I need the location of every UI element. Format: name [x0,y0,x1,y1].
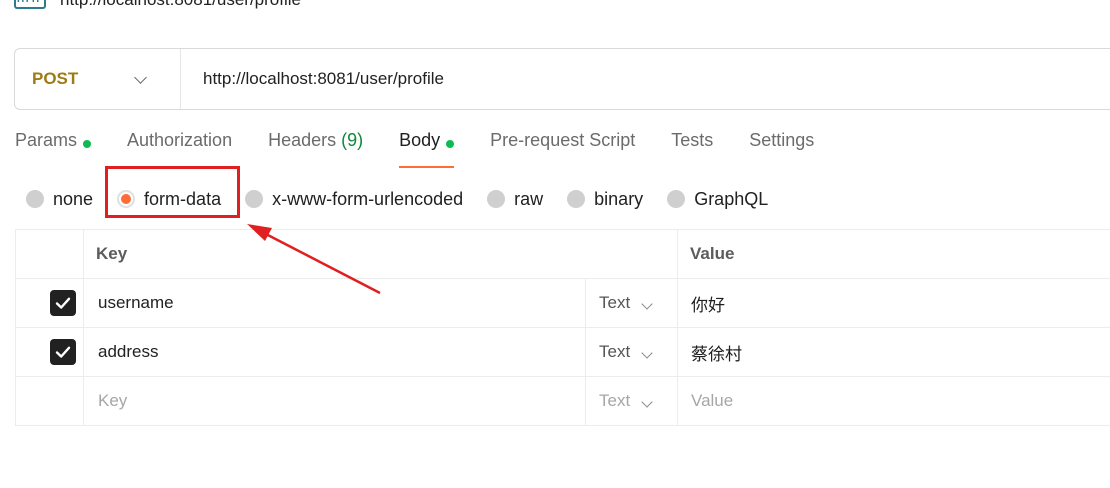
radio-circle [487,190,506,208]
row-value-placeholder[interactable]: Value [677,376,1110,426]
request-tabs: Params Authorization Headers (9) Body Pr… [15,130,850,170]
table-row: username Text 你好 [15,278,1110,328]
row-type-select[interactable]: Text [585,376,678,426]
http-icon: HTTP [14,0,46,9]
radio-raw-label: raw [514,188,544,209]
table-row: address Text 蔡徐村 [15,327,1110,377]
header-key: Key [83,229,678,279]
form-data-table: Key Value username Text 你好 address Text … [15,229,1110,426]
tab-settings-label: Settings [749,130,815,150]
row-type-label: Text [599,342,631,361]
radio-urlencoded-label: x-www-form-urlencoded [272,188,464,209]
method-select[interactable]: POST [15,49,181,109]
radio-circle [26,190,44,208]
chevron-down-icon [641,298,653,310]
row-value[interactable]: 你好 [677,278,1110,328]
url-input[interactable] [201,68,1005,90]
tab-authorization-label: Authorization [127,130,233,150]
row-type-label: Text [599,391,631,410]
tab-params[interactable]: Params [15,130,92,166]
tab-tests[interactable]: Tests [671,130,713,166]
row-checkbox[interactable] [50,290,76,316]
url-bar: POST [14,48,1110,110]
row-check-cell [15,278,84,328]
tab-body-label: Body [399,130,441,150]
tab-authorization[interactable]: Authorization [127,130,232,166]
radio-circle [245,190,264,208]
checkmark-icon [55,297,71,309]
row-type-select[interactable]: Text [585,278,678,328]
radio-graphql[interactable]: GraphQL [667,189,768,210]
row-key[interactable]: address [83,327,586,377]
tab-body-dot [446,140,455,148]
table-row-empty: Key Text Value [15,376,1110,426]
header-check-cell [15,229,84,279]
request-title-text: http://localhost:8081/user/profile [60,0,301,10]
method-label: POST [32,69,79,88]
row-value[interactable]: 蔡徐村 [677,327,1110,377]
radio-none[interactable]: none [26,189,93,210]
chevron-down-icon [641,347,653,359]
radio-circle [667,190,686,208]
tab-headers-count: (9) [341,130,364,150]
tab-headers[interactable]: Headers (9) [268,130,363,166]
tab-tests-label: Tests [671,130,714,150]
chevron-down-icon [134,70,147,84]
row-key[interactable]: username [83,278,586,328]
radio-circle [567,190,586,208]
radio-binary-label: binary [594,188,644,209]
request-title: HTTP http://localhost:8081/user/profile [14,0,301,12]
radio-none-label: none [53,188,94,209]
table-header-row: Key Value [15,229,1110,279]
row-check-cell [15,376,84,426]
tab-headers-label: Headers [268,130,337,150]
row-type-label: Text [599,293,631,312]
radio-binary[interactable]: binary [567,189,643,210]
row-checkbox[interactable] [50,339,76,365]
row-type-select[interactable]: Text [585,327,678,377]
radio-x-www-form-urlencoded[interactable]: x-www-form-urlencoded [245,189,463,210]
tab-pre-request-script[interactable]: Pre-request Script [490,130,635,166]
tab-body[interactable]: Body [399,130,455,168]
tab-params-label: Params [15,130,78,150]
radio-graphql-label: GraphQL [694,188,769,209]
tab-params-dot [83,140,92,148]
checkmark-icon [55,346,71,358]
annotation-highlight-box [105,166,240,218]
radio-raw[interactable]: raw [487,189,543,210]
tab-pre-request-script-label: Pre-request Script [490,130,636,150]
row-key-placeholder[interactable]: Key [83,376,586,426]
tab-settings[interactable]: Settings [749,130,814,166]
row-check-cell [15,327,84,377]
header-value: Value [677,229,1110,279]
chevron-down-icon [641,396,653,408]
